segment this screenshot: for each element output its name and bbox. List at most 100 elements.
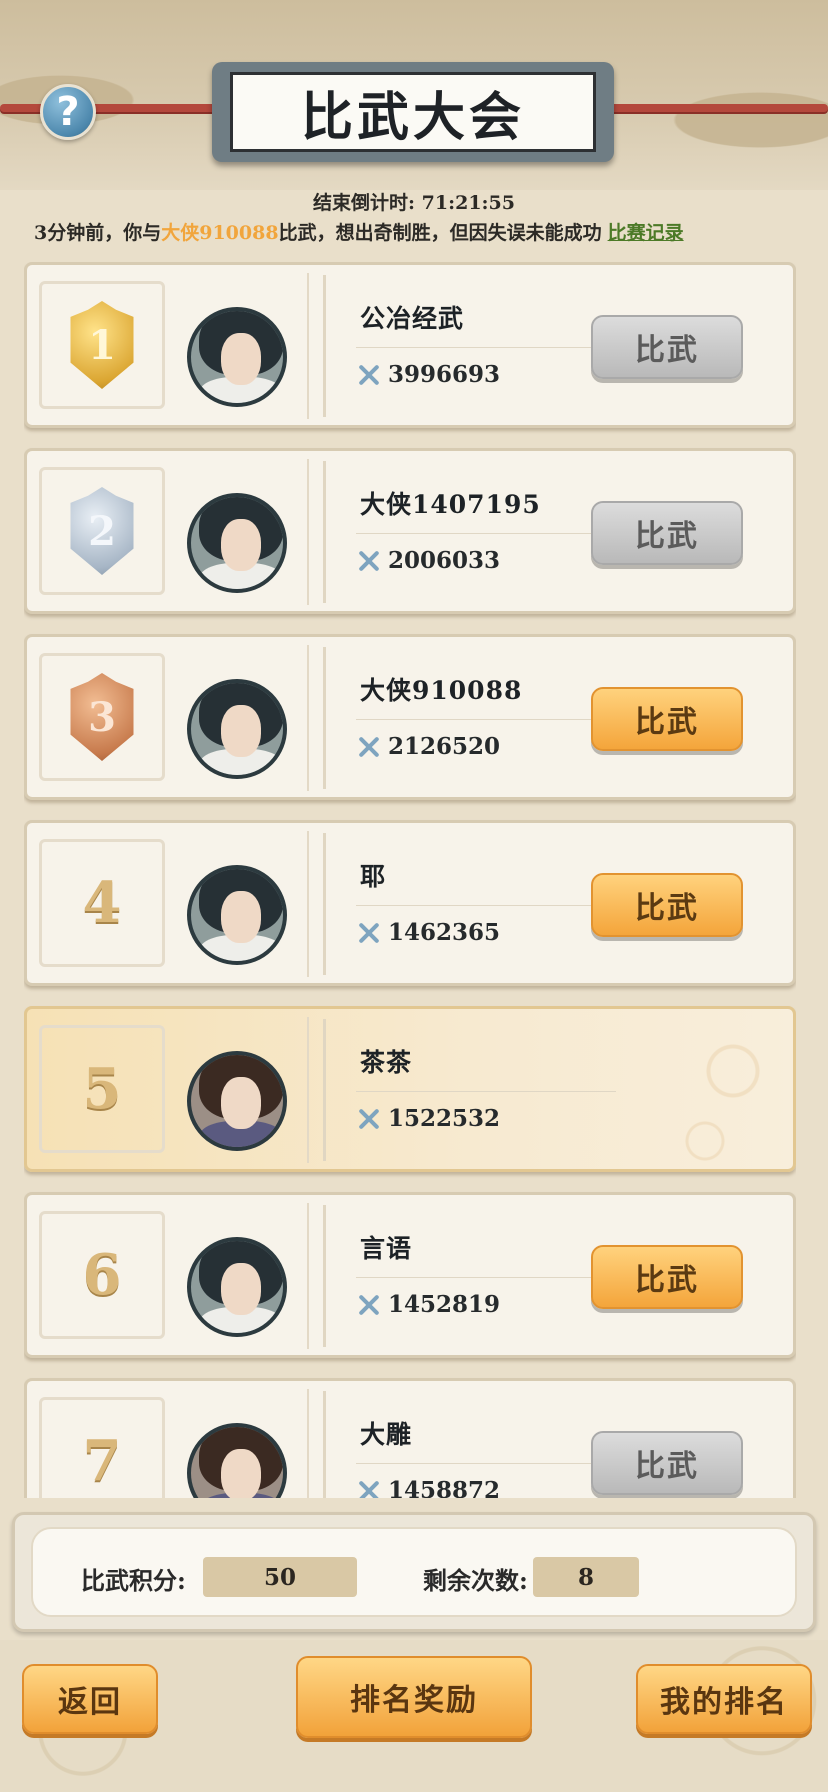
challenge-button[interactable]: 比武 [591,501,743,565]
challenge-button[interactable]: 比武 [591,687,743,751]
ranking-row: 4 耶 1462365 比武 [24,820,796,986]
combat-power-value: 3996693 [388,361,501,388]
remaining-label: 剩余次数: [423,1566,528,1595]
challenge-button[interactable]: 比武 [591,873,743,937]
question-icon: ? [56,89,80,135]
player-name: 大雕 [360,1420,413,1449]
player-name: 茶茶 [360,1048,413,1077]
name-underline [356,347,616,348]
male-avatar[interactable] [185,841,289,965]
name-underline [356,1091,616,1092]
combat-power: 1452819 [356,1291,500,1318]
crossed-swords-icon [356,362,382,388]
ranking-row: 2 大侠1407195 2006033 比武 [24,448,796,614]
countdown-label: 结束倒计时: [313,192,416,214]
player-info: 言语 1452819 比武 [323,1205,775,1347]
male-avatar[interactable] [185,283,289,407]
rank-box: 5 [39,1025,165,1153]
match-record-link[interactable]: 比赛记录 [608,222,684,244]
remaining-value: 8 [533,1557,639,1597]
rank-box: 2 [39,467,165,595]
challenge-button[interactable]: 比武 [591,1245,743,1309]
player-name: 公冶经武 [360,304,465,333]
rank-number: 6 [82,1242,122,1308]
combat-power-value: 2006033 [388,547,501,574]
back-button[interactable]: 返回 [22,1664,158,1734]
ranking-row: 5 茶茶 1522532 [24,1006,796,1172]
player-info: 大侠1407195 2006033 比武 [323,461,775,603]
row-divider [307,645,309,791]
combat-power: 1462365 [356,919,500,946]
player-name: 大侠1407195 [360,490,541,519]
player-name: 言语 [360,1234,413,1263]
row-divider [307,459,309,605]
rank-box: 6 [39,1211,165,1339]
crossed-swords-icon [356,1292,382,1318]
my-rank-button[interactable]: 我的排名 [636,1664,812,1734]
rank-reward-button[interactable]: 排名奖励 [296,1656,532,1738]
rank-number: 5 [82,1056,122,1122]
challenge-button[interactable]: 比武 [591,1431,743,1495]
score-value: 50 [203,1557,357,1597]
player-info: 大雕 1458872 比武 [323,1391,775,1498]
combat-power-value: 1452819 [388,1291,501,1318]
notice-suffix: 比武，想出奇制胜，但因失误未能成功 [278,222,602,244]
female-avatar[interactable] [185,1399,289,1498]
rank-number: 4 [82,870,122,936]
ranking-row: 7 大雕 1458872 比武 [24,1378,796,1498]
countdown-timer: 结束倒计时: 71:21:55 [0,188,828,215]
challenge-button[interactable]: 比武 [591,315,743,379]
stats-panel: 比武积分: 50 剩余次数: 8 [12,1512,816,1632]
combat-power: 1458872 [356,1477,500,1498]
rank-box: 3 [39,653,165,781]
crossed-swords-icon [356,920,382,946]
male-avatar[interactable] [185,655,289,779]
female-avatar[interactable] [185,1027,289,1151]
male-avatar[interactable] [185,469,289,593]
bronze-medal-icon: 3 [70,673,134,761]
help-button[interactable]: ? [40,84,96,140]
male-avatar[interactable] [185,1213,289,1337]
crossed-swords-icon [356,548,382,574]
row-divider [307,273,309,419]
rope-left-decoration [0,104,230,112]
row-divider [307,1389,309,1498]
combat-power-value: 1458872 [388,1477,501,1498]
crossed-swords-icon [356,1478,382,1499]
stats-inner: 比武积分: 50 剩余次数: 8 [31,1527,797,1617]
rank-number: 7 [82,1428,122,1494]
name-underline [356,1277,616,1278]
gold-medal-icon: 1 [70,301,134,389]
name-underline [356,719,616,720]
ranking-list[interactable]: 1 公冶经武 3996693 比武 2 大侠1407195 2006033 比武 3 大侠9100… [24,262,796,1498]
rope-right-decoration [598,104,828,112]
row-divider [307,831,309,977]
battle-notice: 3分钟前，你与大侠910088比武，想出奇制胜，但因失误未能成功 比赛记录 [34,218,814,245]
player-info: 茶茶 1522532 [323,1019,775,1169]
ranking-row: 3 大侠910088 2126520 比武 [24,634,796,800]
page-title: 比武大会 [230,72,596,152]
crossed-swords-icon [356,1106,382,1132]
combat-power-value: 1522532 [388,1105,501,1132]
title-plaque: 比武大会 [212,62,614,162]
name-underline [356,533,616,534]
cloud-pattern-decoration [635,1029,775,1169]
player-info: 公冶经武 3996693 比武 [323,275,775,417]
name-underline [356,905,616,906]
player-name: 耶 [360,862,387,891]
combat-power: 2126520 [356,733,500,760]
rank-box: 7 [39,1397,165,1498]
combat-power: 2006033 [356,547,500,574]
name-underline [356,1463,616,1464]
combat-power-value: 1462365 [388,919,501,946]
row-divider [307,1203,309,1349]
notice-opponent-name: 大侠910088 [161,222,279,244]
score-label: 比武积分: [81,1566,186,1595]
rank-box: 4 [39,839,165,967]
notice-prefix: 3分钟前，你与 [34,222,162,244]
countdown-value: 71:21:55 [421,192,515,214]
player-name: 大侠910088 [360,676,523,705]
silver-medal-icon: 2 [70,487,134,575]
ranking-row: 6 言语 1452819 比武 [24,1192,796,1358]
player-info: 耶 1462365 比武 [323,833,775,975]
